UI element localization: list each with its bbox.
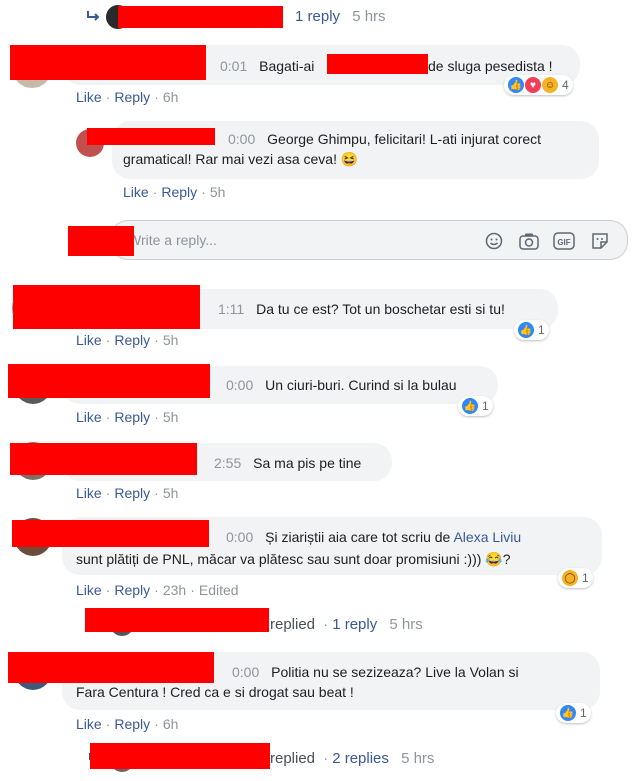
voice-duration: 0:00 (226, 529, 254, 545)
comment-time[interactable]: 5h (163, 409, 179, 425)
voice-duration: 1:11 (218, 301, 245, 317)
like-reaction-icon: 👍 (518, 322, 534, 338)
like-reaction-icon: 👍 (508, 77, 524, 93)
voice-duration: 0:00 (232, 664, 260, 680)
comment-time[interactable]: 6h (163, 89, 179, 105)
redacted-name (8, 652, 214, 683)
comment-actions: Like · Reply · 23h · Edited (76, 582, 239, 598)
svg-text:GIF: GIF (557, 238, 570, 247)
reaction-summary[interactable]: 👍 1 (514, 320, 549, 340)
reaction-count: 1 (538, 323, 545, 337)
comment-actions: Like · Reply · 5h (123, 184, 226, 200)
reply-count-link[interactable]: 2 replies (332, 750, 389, 767)
reaction-summary[interactable]: 👍 ♥ ☺ 4 (504, 75, 573, 95)
love-reaction-icon: ♥ (525, 77, 541, 93)
voice-duration: 0:01 (220, 58, 248, 74)
comment-text: 2:55 Sa ma pis pe tine (214, 455, 362, 471)
camera-icon[interactable] (519, 232, 539, 250)
comment-text: 0:00 Politia nu se sezizeaza? Live la Vo… (232, 664, 519, 680)
like-link[interactable]: Like (76, 716, 102, 732)
reaction-summary[interactable]: 👍 1 (458, 396, 493, 416)
comment-text: 0:00 George Ghimpu, felicitari! L-ati in… (228, 131, 542, 147)
reply-count-link[interactable]: 1 reply (332, 616, 377, 633)
reply-time: 5 hrs (401, 750, 435, 767)
reply-link[interactable]: Reply (114, 485, 150, 501)
comment-text-line2: Fara Centura ! Cred ca e si drogat sau b… (76, 684, 354, 700)
haha-reaction-icon: ☺ (542, 77, 558, 93)
like-reaction-icon: 👍 (560, 705, 576, 721)
reaction-count: 1 (482, 399, 489, 413)
comment-actions: Like · Reply · 5h (76, 332, 179, 348)
voice-duration: 0:00 (226, 377, 254, 393)
voice-duration: 2:55 (214, 455, 242, 471)
comment-time[interactable]: 5h (163, 485, 179, 501)
reaction-count: 4 (562, 78, 569, 92)
reply-input-placeholder[interactable]: Write a reply... (128, 232, 217, 248)
redacted-name (87, 128, 215, 145)
comment-time[interactable]: 5h (163, 332, 179, 348)
comment-actions: Like · Reply · 6h (76, 716, 179, 732)
like-link[interactable]: Like (76, 582, 102, 598)
comment-text: 0:00 Și ziariștii aia care tot scriu de … (226, 529, 522, 545)
edited-label[interactable]: Edited (199, 582, 239, 598)
redacted-name (85, 608, 269, 632)
redacted-mention (327, 54, 428, 74)
reaction-count: 1 (582, 571, 589, 585)
redacted-name (10, 443, 197, 475)
sticker-icon[interactable] (590, 231, 610, 251)
redacted-avatar (68, 226, 134, 256)
comment-actions: Like · Reply · 5h (76, 409, 179, 425)
reply-link[interactable]: Reply (114, 89, 150, 105)
reaction-summary[interactable]: ◯ 1 (558, 568, 593, 588)
reply-summary-text[interactable]: 1 reply 5 hrs (295, 8, 386, 25)
replied-label: replied (270, 616, 316, 633)
comment-text-tail: de sluga pesedista ! (428, 58, 553, 74)
reply-link[interactable]: Reply (161, 184, 197, 200)
comment-text-line2: sunt plătiți de PNL, măcar va plătesc sa… (76, 551, 511, 567)
comment-time[interactable]: 5h (210, 184, 226, 200)
redacted-name (90, 743, 270, 769)
redacted-name (118, 6, 283, 28)
comment-time[interactable]: 6h (163, 716, 179, 732)
redacted-name (8, 364, 210, 398)
like-link[interactable]: Like (123, 184, 149, 200)
reaction-summary[interactable]: 👍 1 (556, 703, 591, 723)
reply-link[interactable]: Reply (114, 716, 150, 732)
mention-link[interactable]: Alexa Liviu (453, 529, 521, 545)
comment-text: 1:11 Da tu ce est? Tot un boschetar esti… (218, 301, 505, 317)
reply-arrow-icon (87, 11, 100, 21)
emoji-icon[interactable] (485, 232, 503, 250)
like-link[interactable]: Like (76, 89, 102, 105)
like-link[interactable]: Like (76, 409, 102, 425)
reply-time: 5 hrs (352, 8, 386, 25)
replied-label: replied (270, 750, 316, 767)
reply-count-link[interactable]: 1 reply (295, 8, 340, 25)
gif-icon[interactable]: GIF (553, 231, 575, 251)
reply-summary-text[interactable]: replied · 1 reply 5 hrs (270, 616, 423, 633)
like-reaction-icon: 👍 (462, 398, 478, 414)
comment-time[interactable]: 23h (163, 582, 186, 598)
voice-duration: 0:00 (228, 131, 256, 147)
redacted-name (13, 285, 200, 329)
comment-actions: Like · Reply · 5h (76, 485, 179, 501)
comment-actions: Like · Reply · 6h (76, 89, 179, 105)
comment-text-line2: gramatical! Rar mai vezi asa ceva! 😆 (123, 151, 359, 167)
reply-link[interactable]: Reply (114, 582, 150, 598)
reply-summary-text[interactable]: replied · 2 replies 5 hrs (270, 750, 434, 767)
redacted-name (12, 520, 209, 547)
reaction-count: 1 (580, 706, 587, 720)
comment-text: 0:00 Un ciuri-buri. Curind si la bulau (226, 377, 457, 393)
reply-link[interactable]: Reply (114, 409, 150, 425)
redacted-name (10, 45, 206, 80)
reply-time: 5 hrs (389, 616, 423, 633)
like-link[interactable]: Like (76, 485, 102, 501)
wow-reaction-icon: ◯ (562, 570, 578, 586)
comment-text: 0:01 Bagati-ai (220, 58, 315, 74)
like-link[interactable]: Like (76, 332, 102, 348)
reply-link[interactable]: Reply (114, 332, 150, 348)
